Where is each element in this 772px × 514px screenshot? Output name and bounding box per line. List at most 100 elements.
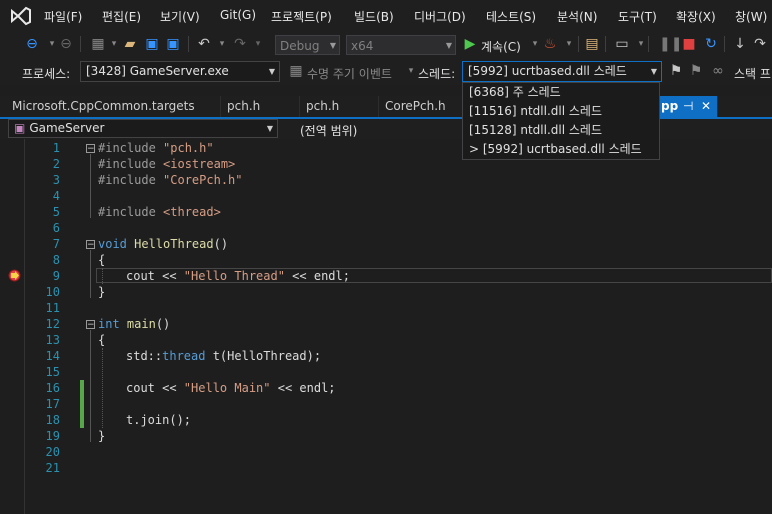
code-line-7[interactable]: void HelloThread()	[98, 236, 228, 252]
menu-tools[interactable]: 도구(T)	[618, 8, 657, 25]
process-label: 프로세스:	[22, 67, 71, 81]
tab-microsoft-cppcommon-targets[interactable]: Microsoft.CppCommon.targets	[6, 96, 221, 117]
project-select[interactable]: ▣ GameServer ▼	[8, 119, 278, 138]
browse-icon[interactable]: ▤	[584, 36, 600, 52]
code-line-18[interactable]: t.join();	[126, 412, 191, 428]
breakpoint-margin[interactable]	[0, 139, 25, 514]
collapse-icon[interactable]: −	[86, 320, 95, 330]
toolbar-separator	[188, 36, 189, 52]
menu-project[interactable]: 프로젝트(P)	[271, 8, 332, 25]
line-number: 4	[52, 189, 60, 203]
code-line-13[interactable]: {	[98, 332, 105, 348]
chevron-down-icon: ▼	[329, 41, 336, 50]
lifecycle-events-button[interactable]: 수명 주기 이벤트	[307, 65, 392, 82]
code-line-1[interactable]: #include "pch.h"	[98, 140, 214, 156]
pin-icon[interactable]: ⊣	[683, 96, 693, 117]
toolbar-separator	[724, 36, 725, 52]
pause-icon[interactable]: ❚❚	[659, 36, 682, 52]
save-icon[interactable]: ▣	[144, 36, 160, 52]
chevron-down-icon: ▼	[268, 67, 275, 76]
tab-active-cpp[interactable]: pp ⊣ ✕	[655, 96, 718, 117]
hot-reload-icon[interactable]: ♨	[542, 36, 558, 52]
process-value: [3428] GameServer.exe	[86, 64, 229, 78]
chevron-down-icon: ▼	[650, 67, 657, 76]
thread-option-ntdll-11516[interactable]: [11516] ntdll.dll 스레드	[469, 102, 602, 121]
code-line-16[interactable]: cout << "Hello Main" << endl;	[126, 380, 336, 396]
menu-test[interactable]: 테스트(S)	[486, 8, 536, 25]
thread-label: 스레드:	[418, 67, 456, 81]
chevron-down-icon[interactable]: ▾	[527, 36, 543, 52]
configuration-select[interactable]: Debug ▼	[275, 35, 340, 55]
menu-build[interactable]: 빌드(B)	[354, 8, 394, 25]
chevron-down-icon[interactable]: ▾	[633, 36, 649, 52]
undo-icon[interactable]: ↶	[196, 36, 212, 52]
line-number: 20	[45, 445, 60, 459]
close-icon[interactable]: ✕	[701, 96, 711, 117]
chevron-down-icon[interactable]: ▾	[561, 36, 577, 52]
visual-studio-logo-icon[interactable]	[10, 5, 32, 27]
menu-window[interactable]: 창(W)	[735, 8, 767, 25]
string-literal: "Hello Main"	[183, 381, 271, 395]
thread-option-main[interactable]: [6368] 주 스레드	[469, 83, 561, 102]
navigate-back-icon[interactable]: ⊖	[24, 36, 40, 52]
menu-edit[interactable]: 편집(E)	[102, 8, 141, 25]
code-line-19[interactable]: }	[98, 428, 105, 444]
code-line-12[interactable]: int main()	[98, 316, 170, 332]
menu-extensions[interactable]: 확장(X)	[676, 8, 716, 25]
open-folder-icon[interactable]: ▰	[122, 36, 138, 52]
restart-icon[interactable]: ↻	[703, 36, 719, 52]
thread-value: [5992] ucrtbased.dll 스레드	[468, 64, 627, 78]
menu-git[interactable]: Git(G)	[220, 8, 256, 22]
line-number: 8	[52, 253, 60, 267]
lifecycle-events-icon[interactable]: ▦	[288, 63, 304, 79]
scope-select[interactable]: (전역 범위)	[300, 122, 357, 139]
collapse-icon[interactable]: −	[86, 240, 95, 250]
menu-analyze[interactable]: 분석(N)	[557, 8, 597, 25]
indent-guide	[102, 268, 104, 284]
chevron-down-icon[interactable]: ▾	[214, 36, 230, 52]
layout-icon[interactable]: ▭	[614, 36, 630, 52]
code-line-3[interactable]: #include "CorePch.h"	[98, 172, 243, 188]
code-line-2[interactable]: #include <iostream>	[98, 156, 235, 172]
show-threads-icon[interactable]: ∞	[710, 63, 726, 79]
step-over-icon[interactable]: ↷	[752, 36, 768, 52]
line-number: 19	[45, 429, 60, 443]
tab-pch-h-1[interactable]: pch.h	[221, 96, 300, 117]
chevron-down-icon[interactable]: ▾	[403, 63, 419, 79]
code-line-14[interactable]: std::thread t(HelloThread);	[126, 348, 321, 364]
save-all-icon[interactable]: ▣	[165, 36, 181, 52]
toolbar-separator	[578, 36, 579, 52]
new-project-icon[interactable]: ▦	[90, 36, 106, 52]
step-into-icon[interactable]: ↓	[732, 36, 748, 52]
thread-filter-icon[interactable]: ⚑	[688, 63, 704, 79]
continue-button[interactable]: 계속(C)	[481, 38, 521, 55]
platform-select[interactable]: x64 ▼	[346, 35, 456, 55]
thread-option-ucrtbased-5992[interactable]: > [5992] ucrtbased.dll 스레드	[469, 140, 642, 159]
line-number: 1	[52, 141, 60, 155]
toolbar-separator	[605, 36, 606, 52]
menu-file[interactable]: 파일(F)	[44, 8, 82, 25]
code-line-10[interactable]: }	[98, 284, 105, 300]
redo-icon[interactable]: ↷	[232, 36, 248, 52]
code-line-9[interactable]: cout << "Hello Thread" << endl;	[126, 268, 350, 284]
continue-play-icon[interactable]: ▶	[462, 36, 478, 52]
process-select[interactable]: [3428] GameServer.exe ▼	[80, 61, 280, 82]
active-tab-label: pp	[661, 99, 679, 113]
thread-select[interactable]: [5992] ucrtbased.dll 스레드 ▼	[462, 61, 662, 82]
tab-pch-h-2[interactable]: pch.h	[300, 96, 379, 117]
chevron-down-icon[interactable]: ▾	[250, 36, 266, 52]
thread-option-ntdll-15128[interactable]: [15128] ntdll.dll 스레드	[469, 121, 602, 140]
line-number: 12	[45, 317, 60, 331]
chevron-down-icon[interactable]: ▾	[106, 36, 122, 52]
flag-icon[interactable]: ⚑	[668, 63, 684, 79]
include-path: <thread>	[163, 205, 221, 219]
code-line-8[interactable]: {	[98, 252, 105, 268]
line-number: 14	[45, 349, 60, 363]
collapse-icon[interactable]: −	[86, 144, 95, 154]
navigate-forward-icon[interactable]: ⊖	[58, 36, 74, 52]
stop-icon[interactable]: ■	[681, 36, 697, 52]
menu-view[interactable]: 보기(V)	[160, 8, 200, 25]
code-line-5[interactable]: #include <thread>	[98, 204, 221, 220]
menu-debug[interactable]: 디버그(D)	[414, 8, 466, 25]
fold-guide	[90, 154, 91, 218]
